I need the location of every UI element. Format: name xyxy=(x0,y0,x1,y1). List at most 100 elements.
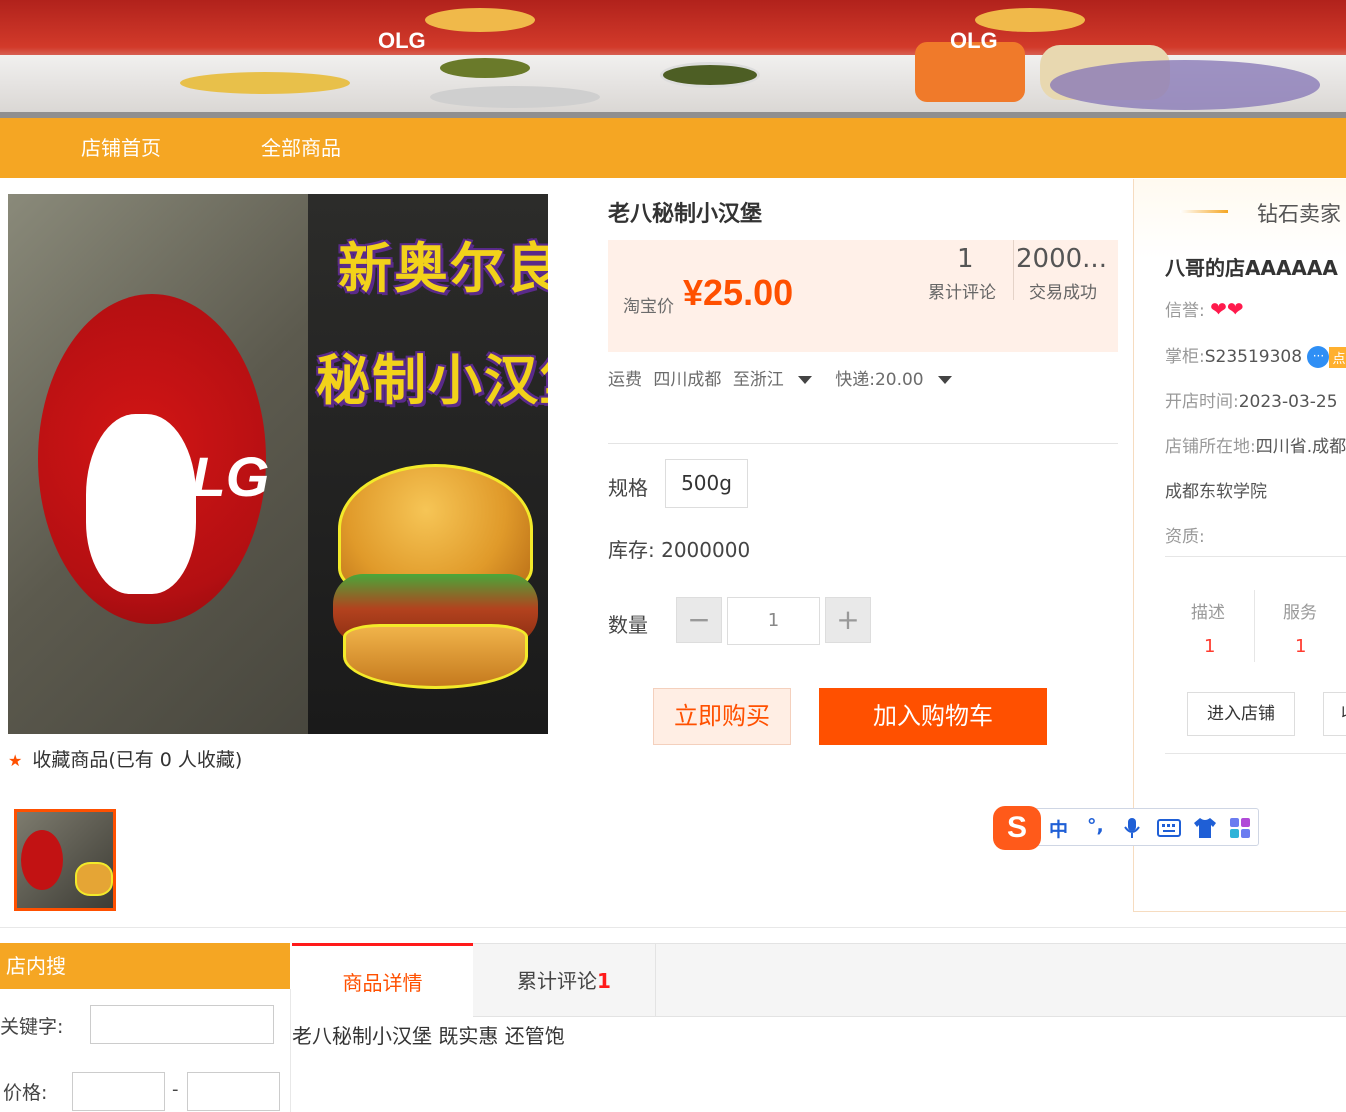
shipping-express[interactable]: 快递:20.00 xyxy=(835,370,923,390)
burger-plate xyxy=(430,86,600,108)
nav-all-products[interactable]: 全部商品 xyxy=(261,118,341,178)
add-to-cart-button[interactable]: 加入购物车 xyxy=(819,688,1047,745)
price-box: 淘宝价 ¥25.00 1 累计评论 2000... 交易成功 xyxy=(608,240,1118,352)
image-logo-text: OLG xyxy=(148,445,270,508)
tab-reviews-label: 累计评论 xyxy=(517,969,598,993)
quantity-input[interactable]: 1 xyxy=(727,597,820,645)
shop-search-header: 店内搜 xyxy=(0,943,290,989)
price-label: 淘宝价 xyxy=(623,297,674,317)
sogou-logo-icon[interactable]: S xyxy=(993,806,1041,850)
location-line2: 成都东软学院 xyxy=(1165,477,1267,502)
location-detail: 成都东软学院 xyxy=(1165,482,1267,502)
spec-label: 规格 xyxy=(608,476,648,500)
credit-row: 信誉: ❤❤ xyxy=(1165,296,1244,321)
stat-divider xyxy=(1013,240,1014,300)
favorite-product[interactable]: ★ 收藏商品(已有 0 人收藏) xyxy=(8,745,242,772)
stock-label: 库存: xyxy=(608,538,655,562)
product-title: 老八秘制小汉堡 xyxy=(608,202,763,227)
deals-label: 交易成功 xyxy=(1029,283,1097,303)
shirt-icon[interactable] xyxy=(1193,817,1217,839)
tab-reviews[interactable]: 累计评论1 xyxy=(473,944,655,1018)
favorite-text: 收藏商品(已有 0 人收藏) xyxy=(32,749,243,771)
shipping-info: 运费 四川成都 至浙江 快递:20.00 xyxy=(608,365,952,390)
enter-shop-button[interactable]: 进入店铺 xyxy=(1187,692,1295,736)
seller-divider xyxy=(1165,753,1346,754)
desc-score-value: 1 xyxy=(1204,636,1216,657)
open-value: 2023-03-25 xyxy=(1238,392,1338,412)
banner-logo-text: OLG xyxy=(950,28,998,53)
price-value: ¥25.00 xyxy=(683,272,794,313)
shop-banner: OLG OLG xyxy=(0,0,1346,118)
spec-option[interactable]: 500g xyxy=(665,459,748,508)
shop-nav: 店铺首页 全部商品 xyxy=(0,118,1346,178)
qualification-label: 资质: xyxy=(1165,527,1205,547)
keeper-value: S23519308 xyxy=(1204,347,1303,367)
detail-tab-bar: 商品详情 累计评论1 xyxy=(292,943,1346,1017)
seller-divider xyxy=(1165,556,1346,557)
stock-info: 库存: 2000000 xyxy=(608,534,750,563)
reviews-count: 1 xyxy=(957,244,974,274)
price-range-label: 价格: xyxy=(3,1082,48,1104)
banner-decoration xyxy=(1050,60,1320,110)
thumb-logo-circle xyxy=(21,830,63,890)
open-label: 开店时间: xyxy=(1165,392,1239,412)
location-value: 四川省.成都 xyxy=(1255,437,1346,457)
service-score-value: 1 xyxy=(1295,636,1307,657)
burger-bun-bottom xyxy=(343,624,528,689)
burger-plate xyxy=(660,62,760,88)
stock-value: 2000000 xyxy=(661,538,751,562)
burger-plate xyxy=(180,72,350,94)
quantity-minus-button[interactable]: − xyxy=(676,597,722,643)
buy-now-button[interactable]: 立即购买 xyxy=(653,688,791,745)
keyboard-icon[interactable] xyxy=(1157,819,1181,837)
nav-home[interactable]: 店铺首页 xyxy=(81,118,161,178)
burger-plate xyxy=(440,58,530,78)
keeper-label: 掌柜: xyxy=(1165,347,1205,367)
tab-divider xyxy=(655,943,656,1017)
product-main-image: OLG 新奥尔良 秘制小汉堡 xyxy=(8,194,548,734)
apps-icon[interactable] xyxy=(1229,817,1251,839)
chevron-down-icon[interactable] xyxy=(797,376,812,384)
shipping-to[interactable]: 至浙江 xyxy=(733,370,784,390)
image-title-line2: 秘制小汉堡 xyxy=(316,349,548,412)
quantity-label: 数量 xyxy=(608,613,648,637)
price-max-input[interactable] xyxy=(187,1072,280,1111)
product-description: 老八秘制小汉堡 既实惠 还管饱 xyxy=(292,1024,565,1048)
ime-punctuation[interactable]: °, xyxy=(1087,815,1104,837)
quantity-plus-button[interactable]: + xyxy=(825,597,871,643)
chevron-down-icon[interactable] xyxy=(937,376,952,384)
keeper-row: 掌柜:S23519308 ··· 点 xyxy=(1165,342,1346,368)
ime-toolbar: S 中 °, xyxy=(993,806,1259,850)
location-row: 店铺所在地:四川省.成都 xyxy=(1165,432,1346,457)
section-divider xyxy=(0,927,1346,928)
shop-name[interactable]: 八哥的店AAAAAA xyxy=(1165,252,1338,281)
collect-shop-button[interactable]: 收 xyxy=(1323,692,1346,736)
keyword-label: 关键字: xyxy=(0,1016,64,1038)
score-divider xyxy=(1254,590,1255,662)
logo-circle: OLG xyxy=(38,294,270,624)
seller-badge: 钻石卖家 xyxy=(1257,202,1341,226)
heart-icon: ❤❤ xyxy=(1210,297,1244,321)
product-thumbnail[interactable] xyxy=(14,809,116,911)
ime-mode[interactable]: 中 xyxy=(1049,815,1068,842)
thumb-burger xyxy=(75,862,113,896)
price-range-dash: - xyxy=(172,1079,179,1100)
reviews-label: 累计评论 xyxy=(928,283,996,303)
price-min-input[interactable] xyxy=(72,1072,165,1111)
chat-icon[interactable]: ··· xyxy=(1307,346,1330,368)
divider xyxy=(608,443,1118,444)
chat-tag[interactable]: 点 xyxy=(1329,346,1346,368)
keyword-input[interactable] xyxy=(90,1005,274,1044)
star-icon: ★ xyxy=(8,751,23,770)
tab-reviews-count: 1 xyxy=(597,969,611,993)
banner-logo-text: OLG xyxy=(378,28,426,53)
credit-label: 信誉: xyxy=(1165,301,1205,321)
microphone-icon[interactable] xyxy=(1123,817,1141,839)
location-label: 店铺所在地: xyxy=(1165,437,1256,457)
burger-plate xyxy=(425,8,535,32)
badge-line xyxy=(1180,210,1228,213)
tab-product-detail[interactable]: 商品详情 xyxy=(292,943,473,1017)
desc-score-label: 描述 xyxy=(1191,603,1225,623)
shipping-label: 运费 xyxy=(608,370,642,390)
image-title-line1: 新奥尔良 xyxy=(338,237,548,300)
